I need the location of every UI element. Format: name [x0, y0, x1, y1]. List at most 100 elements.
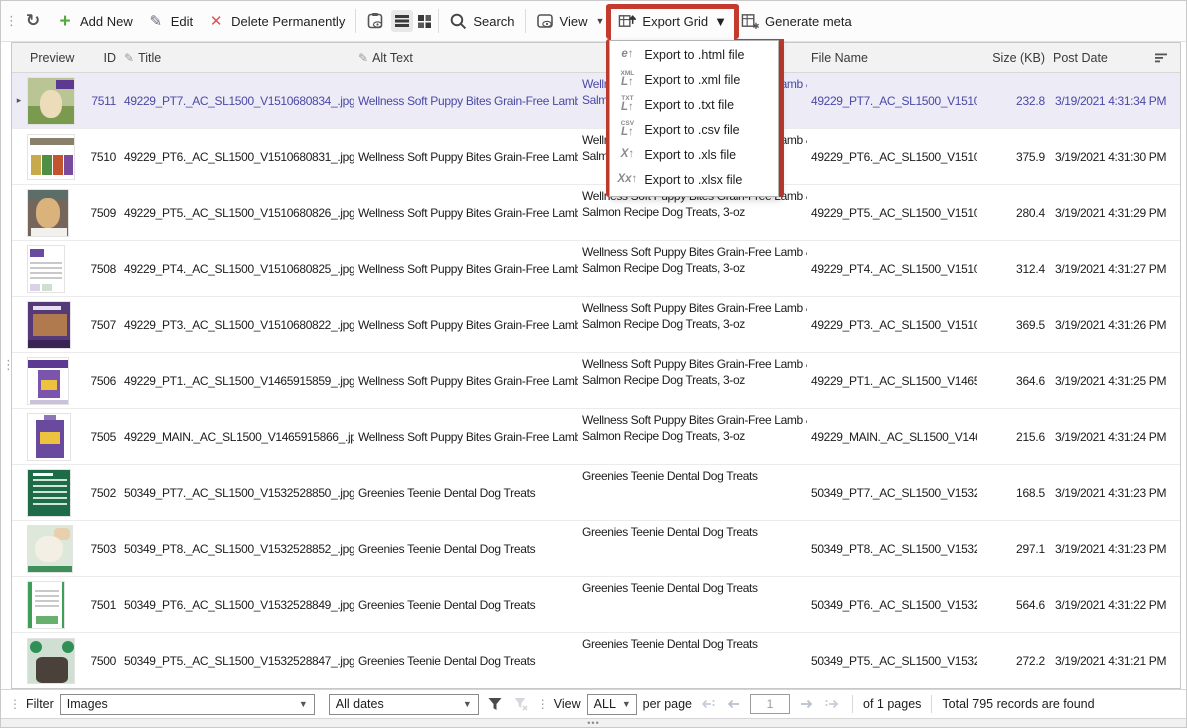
table-row[interactable]: 7510 49229_PT6._AC_SL1500_V1510680831_.j… — [12, 129, 1180, 185]
previous-page-button[interactable] — [724, 694, 744, 714]
table-row[interactable]: 7507 49229_PT3._AC_SL1500_V1510680822_.j… — [12, 297, 1180, 353]
per-page-select[interactable]: ALL▼ — [587, 694, 637, 715]
next-page-button[interactable] — [796, 694, 816, 714]
table-row[interactable]: 7502 50349_PT7._AC_SL1500_V1532528850_.j… — [12, 465, 1180, 521]
header-alt-text[interactable]: ✎Alt Text — [354, 43, 578, 72]
table-row[interactable]: 7508 49229_PT4._AC_SL1500_V1510680825_.j… — [12, 241, 1180, 297]
pencil-icon: ✎ — [147, 12, 165, 30]
header-id[interactable]: ID — [90, 43, 120, 72]
alt-text-cell[interactable]: Greenies Teenie Dental Dog Treats — [354, 577, 578, 632]
export-xls-icon: X↑ — [610, 149, 644, 161]
delete-permanently-button[interactable]: ✕Delete Permanently — [200, 7, 352, 35]
size-cell: 564.6 — [977, 577, 1049, 632]
title-cell[interactable]: 49229_PT6._AC_SL1500_V1510680831_.jpg — [120, 129, 354, 184]
id-cell: 7507 — [90, 297, 120, 352]
generate-meta-button[interactable]: ✱ Generate meta — [734, 7, 859, 35]
preview-cell[interactable] — [26, 185, 90, 240]
sort-menu-icon[interactable] — [1154, 52, 1168, 64]
toolbar-separator — [355, 9, 356, 33]
preview-cell[interactable] — [26, 633, 90, 688]
preview-cell[interactable] — [26, 73, 90, 128]
table-row[interactable]: 7506 49229_PT1._AC_SL1500_V1465915859_.j… — [12, 353, 1180, 409]
title-cell[interactable]: 49229_PT5._AC_SL1500_V1510680826_.jpg — [120, 185, 354, 240]
view-eye-icon — [536, 12, 554, 30]
preview-cell[interactable] — [26, 241, 90, 296]
title-cell[interactable]: 50349_PT6._AC_SL1500_V1532528849_.jpg — [120, 577, 354, 632]
preview-cell[interactable] — [26, 129, 90, 184]
title-cell[interactable]: 49229_PT3._AC_SL1500_V1510680822_.jpg — [120, 297, 354, 352]
search-button[interactable]: Search — [442, 7, 521, 35]
view-label: View — [560, 14, 588, 29]
alt-text-cell[interactable]: Wellness Soft Puppy Bites Grain-Free Lam… — [354, 409, 578, 464]
toolbar-grip-icon[interactable]: ⋮ — [5, 13, 17, 29]
title-cell[interactable]: 50349_PT8._AC_SL1500_V1532528852_.jpg — [120, 521, 354, 576]
page-number-input[interactable]: 1 — [750, 694, 790, 714]
preview-cell[interactable] — [26, 353, 90, 408]
table-row[interactable]: ▸ 7511 49229_PT7._AC_SL1500_V1510680834_… — [12, 73, 1180, 129]
caret-down-icon: ▼ — [595, 16, 604, 26]
preview-cell[interactable] — [26, 409, 90, 464]
table-row[interactable]: 7501 50349_PT6._AC_SL1500_V1532528849_.j… — [12, 577, 1180, 633]
title-cell[interactable]: 49229_PT4._AC_SL1500_V1510680825_.jpg — [120, 241, 354, 296]
title-cell[interactable]: 50349_PT5._AC_SL1500_V1532528847_.jpg — [120, 633, 354, 688]
first-page-button[interactable] — [698, 694, 718, 714]
table-row[interactable]: 7505 49229_MAIN._AC_SL1500_V1465915866_.… — [12, 409, 1180, 465]
alt-text-cell[interactable]: Greenies Teenie Dental Dog Treats — [354, 521, 578, 576]
alt-text-cell[interactable]: Wellness Soft Puppy Bites Grain-Free Lam… — [354, 129, 578, 184]
clear-filter-button[interactable] — [511, 694, 531, 714]
refresh-button[interactable]: ↻ — [17, 7, 49, 35]
preview-cell[interactable] — [26, 521, 90, 576]
title-cell[interactable]: 50349_PT7._AC_SL1500_V1532528850_.jpg — [120, 465, 354, 520]
list-view-button[interactable] — [391, 10, 413, 32]
row-selected-marker — [12, 521, 26, 576]
grid-view-button[interactable] — [413, 10, 435, 32]
add-new-button[interactable]: +Add New — [49, 7, 140, 35]
apply-filter-button[interactable] — [485, 694, 505, 714]
bottom-resize-grip[interactable]: ••• — [1, 718, 1186, 728]
export-menu-item[interactable]: e↑ Export to .html file — [610, 42, 778, 67]
preview-cell[interactable] — [26, 577, 90, 632]
title-cell[interactable]: 49229_PT1._AC_SL1500_V1465915859_.jpg — [120, 353, 354, 408]
footer-grip-icon[interactable]: ⋮ — [9, 697, 20, 711]
alt-text-cell[interactable]: Greenies Teenie Dental Dog Treats — [354, 633, 578, 688]
next-page-icon — [798, 697, 814, 711]
export-menu-item[interactable]: XMLL↑ Export to .xml file — [610, 67, 778, 92]
search-icon — [449, 12, 467, 30]
alt-text-cell[interactable]: Wellness Soft Puppy Bites Grain-Free Lam… — [354, 297, 578, 352]
alt-text-cell[interactable]: Wellness Soft Puppy Bites Grain-Free Lam… — [354, 73, 578, 128]
table-row[interactable]: 7500 50349_PT5._AC_SL1500_V1532528847_.j… — [12, 633, 1180, 689]
row-selected-marker — [12, 633, 26, 688]
filter-dates-select[interactable]: All dates▼ — [329, 694, 479, 715]
header-file-name[interactable]: File Name — [807, 43, 977, 72]
title-cell[interactable]: 49229_PT7._AC_SL1500_V1510680834_.jpg — [120, 73, 354, 128]
export-grid-button[interactable]: Export Grid▼ — [611, 7, 734, 35]
view-button[interactable]: View ▼ — [529, 7, 612, 35]
filter-type-select[interactable]: Images▼ — [60, 694, 315, 715]
export-menu-item[interactable]: Xx↑ Export to .xlsx file — [610, 167, 778, 192]
id-cell: 7509 — [90, 185, 120, 240]
alt-text-cell[interactable]: Wellness Soft Puppy Bites Grain-Free Lam… — [354, 185, 578, 240]
footer-bar: ⋮ Filter Images▼ All dates▼ ⋮ View ALL▼ … — [1, 689, 1186, 718]
header-preview[interactable]: Preview — [26, 43, 90, 72]
clipboard-preview-button[interactable] — [359, 7, 391, 35]
table-row[interactable]: 7509 49229_PT5._AC_SL1500_V1510680826_.j… — [12, 185, 1180, 241]
table-row[interactable]: 7503 50349_PT8._AC_SL1500_V1532528852_.j… — [12, 521, 1180, 577]
last-page-button[interactable] — [822, 694, 842, 714]
alt-text-cell[interactable]: Wellness Soft Puppy Bites Grain-Free Lam… — [354, 241, 578, 296]
total-records-label: Total 795 records are found — [942, 697, 1094, 711]
preview-cell[interactable] — [26, 465, 90, 520]
edit-button[interactable]: ✎Edit — [140, 7, 200, 35]
preview-cell[interactable] — [26, 297, 90, 352]
grid-view-icon — [417, 14, 432, 29]
export-menu-item[interactable]: CSVL↑ Export to .csv file — [610, 117, 778, 142]
alt-text-cell[interactable]: Greenies Teenie Dental Dog Treats — [354, 465, 578, 520]
footer-grip-icon[interactable]: ⋮ — [537, 697, 548, 711]
header-post-date[interactable]: Post Date — [1049, 43, 1180, 72]
export-menu-item[interactable]: TXTL↑ Export to .txt file — [610, 92, 778, 117]
alt-text-cell[interactable]: Wellness Soft Puppy Bites Grain-Free Lam… — [354, 353, 578, 408]
header-title[interactable]: ✎Title — [120, 43, 354, 72]
header-size[interactable]: Size (KB) — [977, 43, 1049, 72]
export-menu-item[interactable]: X↑ Export to .xls file — [610, 142, 778, 167]
caption-cell: Wellness Soft Puppy Bites Grain-Free Lam… — [578, 409, 807, 464]
title-cell[interactable]: 49229_MAIN._AC_SL1500_V1465915866_.jpg — [120, 409, 354, 464]
